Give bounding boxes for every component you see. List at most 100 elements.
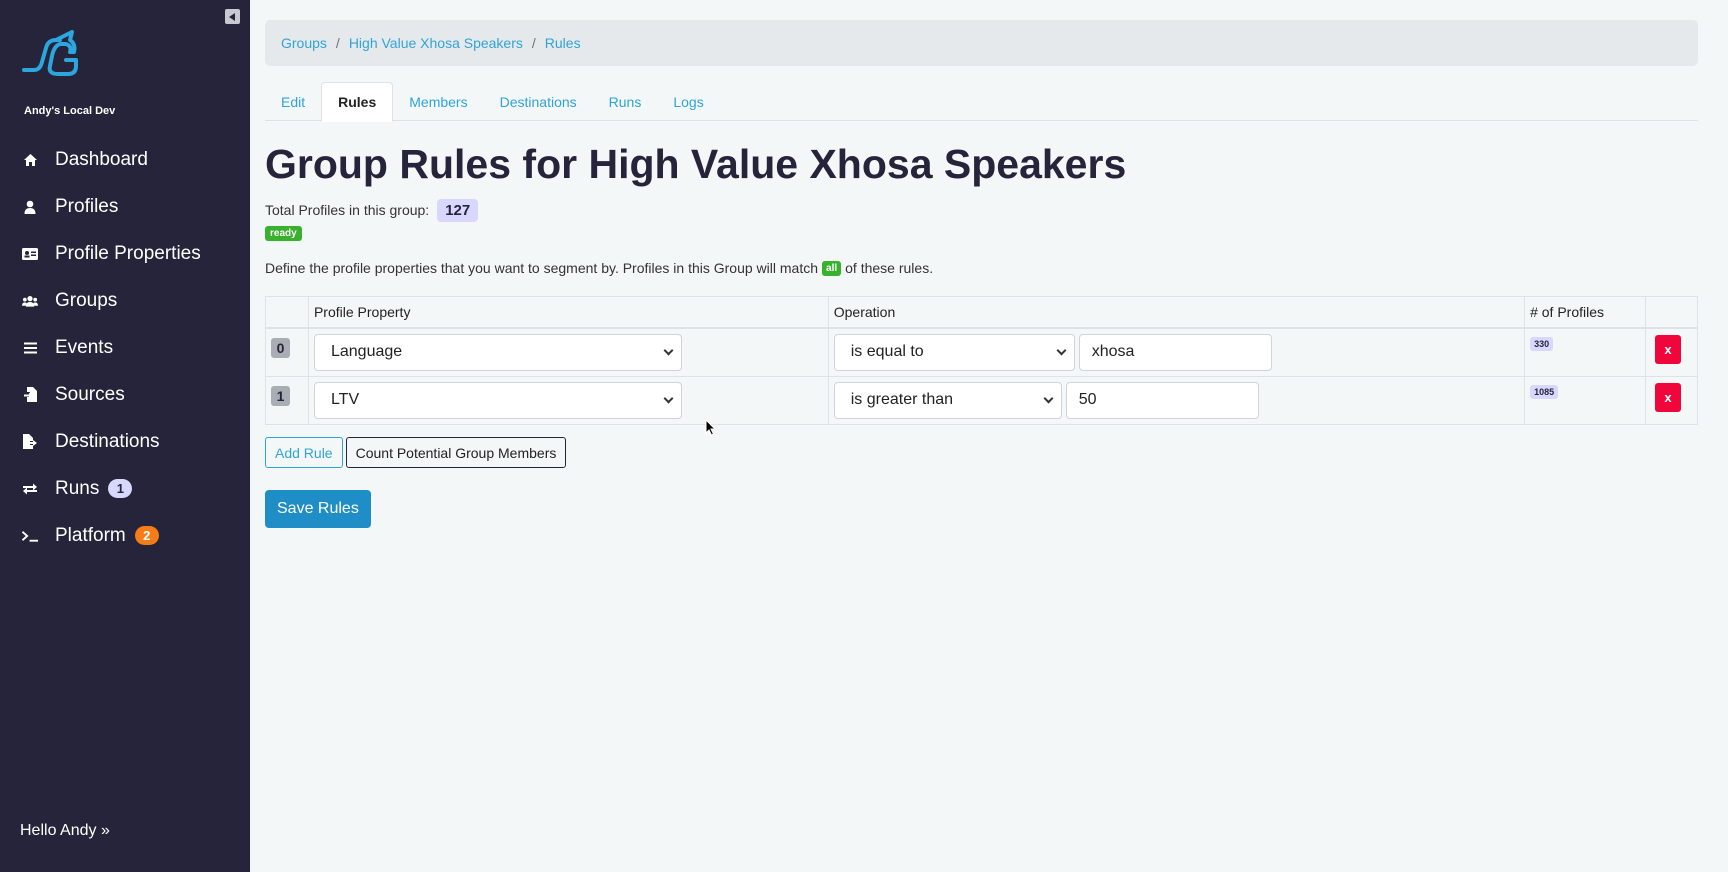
description-text: Define the profile properties that you w… — [265, 260, 819, 276]
match-mode-badge[interactable]: all — [822, 260, 842, 276]
platform-count-badge: 2 — [134, 526, 159, 545]
sidebar-item-label: Destinations — [55, 430, 160, 452]
profiles-count-badge: 1085 — [1530, 384, 1559, 399]
sidebar-item-sources[interactable]: Sources — [0, 371, 250, 418]
sidebar-item-events[interactable]: Events — [0, 324, 250, 371]
rule-value-input[interactable]: 50 — [1065, 381, 1259, 419]
add-rule-button[interactable]: Add Rule — [265, 437, 343, 468]
file-import-icon — [22, 387, 38, 403]
breadcrumb-group[interactable]: High Value Xhosa Speakers — [349, 35, 523, 51]
sidebar-item-platform[interactable]: Platform 2 — [0, 512, 250, 559]
sidebar-item-label: Runs — [55, 477, 100, 499]
collapse-sidebar-icon[interactable] — [225, 9, 240, 24]
sidebar-item-label: Profiles — [55, 195, 119, 217]
actions-cell: x — [1644, 375, 1699, 425]
rules-table: Profile Property Operation # of Profiles… — [265, 296, 1699, 425]
sidebar-item-label: Events — [55, 336, 114, 358]
operation-value: is greater than — [850, 391, 954, 408]
property-cell: LTV — [307, 375, 829, 425]
column-header-actions — [1644, 296, 1699, 329]
profile-property-value: LTV — [330, 391, 360, 408]
sidebar-item-destinations[interactable]: Destinations — [0, 418, 250, 465]
total-profiles: Total Profiles in this group: 127 — [265, 198, 479, 222]
breadcrumb-separator: / — [531, 35, 536, 51]
home-icon — [22, 152, 38, 168]
workspace-name: Andy's Local Dev — [24, 105, 116, 117]
tab-rules[interactable]: Rules — [321, 82, 394, 122]
sidebar-item-label: Dashboard — [55, 148, 148, 170]
row-index-badge: 0 — [271, 337, 290, 358]
table-row: 1 LTV is greater than 50 1085 x — [265, 375, 1699, 425]
id-card-icon — [22, 246, 38, 262]
operation-cell: is greater than 50 — [827, 375, 1526, 425]
chevron-down-icon — [1056, 345, 1067, 355]
grouparoo-logo[interactable] — [20, 30, 86, 82]
sidebar-item-label: Sources — [55, 383, 125, 405]
tab-runs[interactable]: Runs — [593, 82, 658, 121]
rule-value-input[interactable]: xhosa — [1078, 333, 1272, 371]
row-index-badge: 1 — [271, 385, 290, 406]
row-index-cell: 1 — [265, 375, 309, 425]
profiles-count-badge: 330 — [1530, 336, 1554, 351]
column-header-operation: Operation — [827, 296, 1526, 329]
sidebar-item-runs[interactable]: Runs 1 — [0, 465, 250, 512]
sidebar-nav: Dashboard Profiles Profile Properties Gr… — [0, 136, 250, 559]
operation-select[interactable]: is equal to — [833, 333, 1075, 371]
delete-rule-button[interactable]: x — [1654, 382, 1681, 412]
profiles-count-cell: 330 — [1524, 327, 1646, 377]
sidebar-item-label: Platform — [55, 524, 126, 546]
runs-count-badge: 1 — [108, 479, 133, 498]
description-text-end: of these rules. — [845, 260, 934, 276]
terminal-icon — [22, 528, 38, 544]
file-export-icon — [22, 434, 38, 450]
tab-logs[interactable]: Logs — [657, 82, 719, 121]
chevron-down-icon — [663, 345, 674, 355]
actions-cell: x — [1644, 327, 1699, 377]
column-header-profiles: # of Profiles — [1524, 296, 1646, 329]
save-rules-button[interactable]: Save Rules — [265, 490, 371, 528]
row-index-cell: 0 — [265, 327, 309, 377]
sidebar-item-dashboard[interactable]: Dashboard — [0, 136, 250, 183]
users-icon — [22, 293, 38, 309]
rule-actions: Add Rule Count Potential Group Members — [265, 437, 567, 468]
total-profiles-label: Total Profiles in this group: — [265, 202, 430, 218]
breadcrumb: Groups / High Value Xhosa Speakers / Rul… — [265, 20, 1698, 66]
table-header-row: Profile Property Operation # of Profiles — [265, 296, 1699, 329]
profiles-count-cell: 1085 — [1524, 375, 1646, 425]
delete-rule-button[interactable]: x — [1654, 334, 1681, 364]
rules-description: Define the profile properties that you w… — [265, 260, 933, 276]
profile-property-select[interactable]: LTV — [313, 381, 682, 419]
tab-members[interactable]: Members — [393, 82, 483, 121]
page-title: Group Rules for High Value Xhosa Speaker… — [265, 141, 1127, 187]
list-icon — [22, 340, 38, 356]
tab-edit[interactable]: Edit — [265, 82, 321, 121]
count-potential-members-button[interactable]: Count Potential Group Members — [345, 437, 567, 468]
table-row: 0 Language is equal to xhosa 330 x — [265, 327, 1699, 377]
chevron-down-icon — [663, 393, 674, 403]
sidebar-item-profile-properties[interactable]: Profile Properties — [0, 230, 250, 277]
tab-bar: Edit Rules Members Destinations Runs Log… — [265, 82, 1698, 122]
profile-property-select[interactable]: Language — [313, 333, 682, 371]
operation-value: is equal to — [850, 343, 924, 360]
sidebar: Andy's Local Dev Dashboard Profiles Prof… — [0, 0, 250, 872]
tab-destinations[interactable]: Destinations — [484, 82, 593, 121]
group-state-badge: ready — [265, 226, 302, 241]
sidebar-item-label: Profile Properties — [55, 242, 201, 264]
column-header-property: Profile Property — [307, 296, 829, 329]
user-menu-link[interactable]: Hello Andy » — [20, 822, 110, 840]
column-header-index — [265, 296, 309, 329]
exchange-icon — [22, 481, 38, 497]
profile-property-value: Language — [330, 343, 403, 360]
sidebar-item-label: Groups — [55, 289, 118, 311]
breadcrumb-groups[interactable]: Groups — [281, 35, 327, 51]
mouse-pointer-icon — [705, 419, 716, 436]
total-profiles-count-badge: 127 — [437, 198, 479, 222]
sidebar-item-profiles[interactable]: Profiles — [0, 183, 250, 230]
breadcrumb-separator: / — [335, 35, 340, 51]
operation-select[interactable]: is greater than — [833, 381, 1062, 419]
breadcrumb-rules[interactable]: Rules — [545, 35, 581, 51]
chevron-down-icon — [1043, 393, 1054, 403]
operation-cell: is equal to xhosa — [827, 327, 1526, 377]
sidebar-item-groups[interactable]: Groups — [0, 277, 250, 324]
property-cell: Language — [307, 327, 829, 377]
